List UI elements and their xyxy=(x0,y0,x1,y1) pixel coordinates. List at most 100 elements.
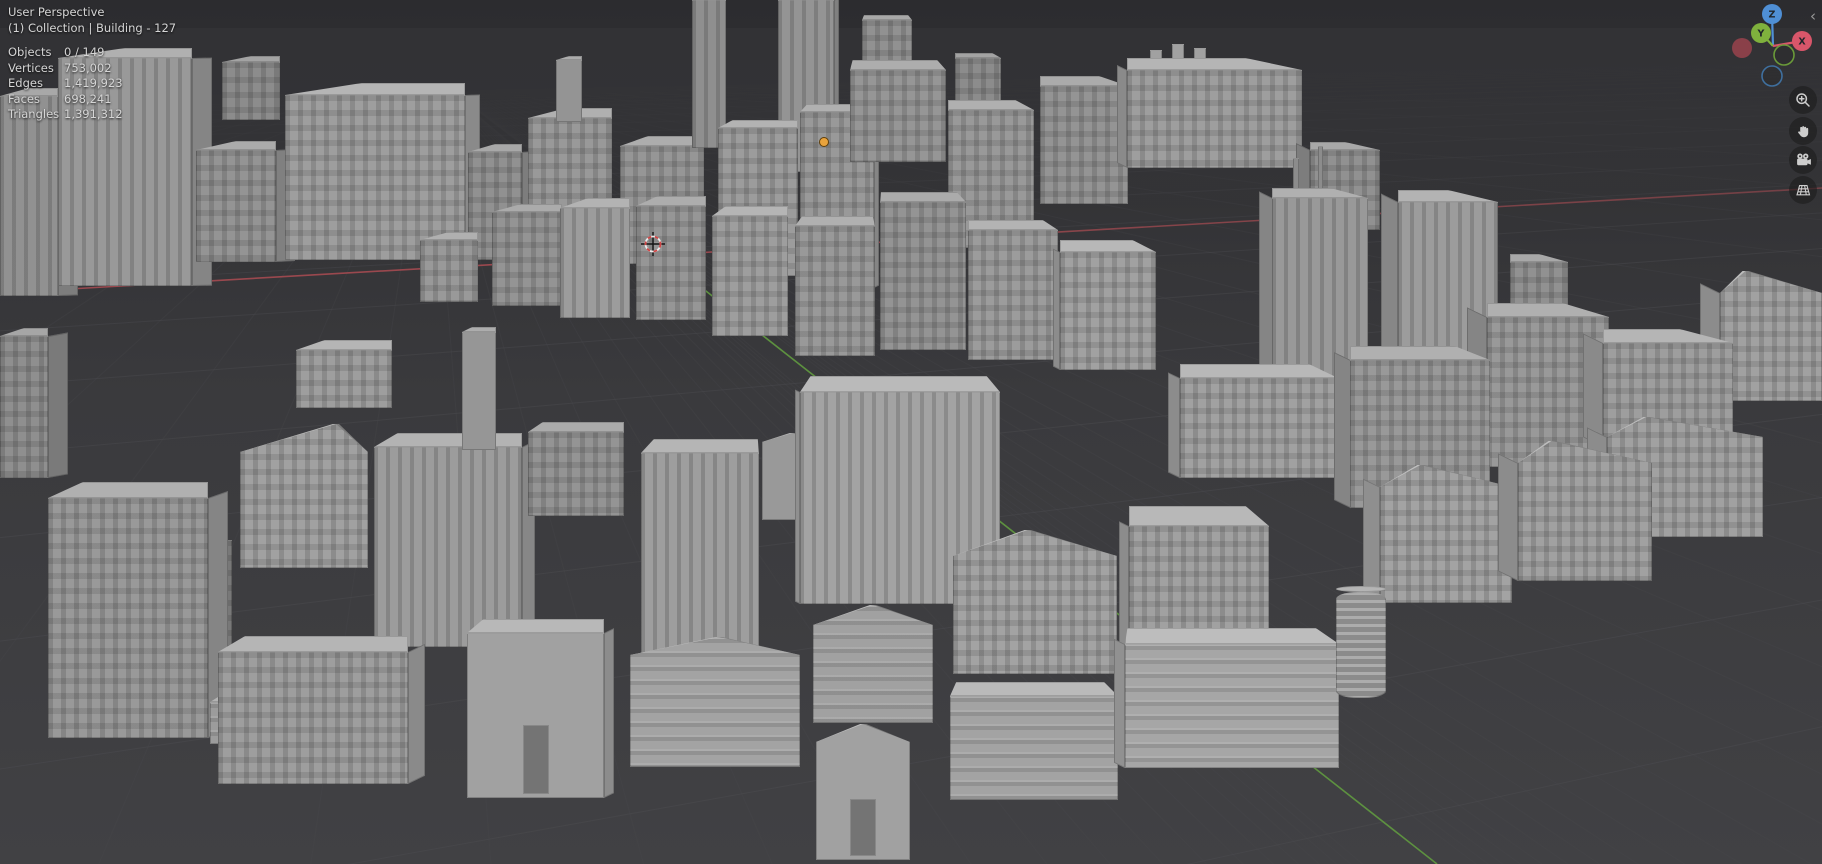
building-roof xyxy=(850,60,946,70)
blender-3d-viewport[interactable]: User Perspective (1) Collection | Buildi… xyxy=(0,0,1822,864)
viewport-overlay-text: User Perspective (1) Collection | Buildi… xyxy=(8,5,176,123)
building-object[interactable] xyxy=(1362,465,1512,603)
building-front-face xyxy=(630,637,800,767)
object-origin-dot[interactable] xyxy=(819,137,829,147)
navigation-axis-gizmo[interactable]: ZY X xyxy=(1729,1,1817,89)
building-object[interactable] xyxy=(880,192,966,350)
sidebar-toggle-icon[interactable]: ‹ xyxy=(1810,9,1816,24)
building-side-face xyxy=(1333,351,1350,508)
toggle-ortho-button[interactable] xyxy=(1789,176,1817,204)
building-object[interactable] xyxy=(813,605,933,723)
building-front-face xyxy=(420,240,478,302)
building-object[interactable] xyxy=(218,636,425,784)
building-collection xyxy=(0,0,1822,864)
building-object[interactable] xyxy=(1498,441,1652,581)
building-front-face xyxy=(48,498,208,738)
building-roof xyxy=(1129,506,1269,526)
building-object[interactable] xyxy=(560,198,630,318)
building-front-face xyxy=(953,530,1117,674)
building-object[interactable] xyxy=(950,682,1118,800)
building-roof xyxy=(420,232,478,240)
building-front-face xyxy=(850,70,946,162)
building-side-face xyxy=(408,643,425,784)
zoom-button[interactable] xyxy=(1789,86,1817,114)
building-object[interactable] xyxy=(467,619,615,798)
building-side-face xyxy=(1168,372,1180,478)
building-roof xyxy=(467,619,604,633)
building-object[interactable] xyxy=(1040,76,1128,204)
building-roof xyxy=(800,376,1000,392)
camera-view-icon xyxy=(1796,153,1811,166)
building-object[interactable] xyxy=(222,56,280,120)
gizmo-axis-negative[interactable] xyxy=(1761,65,1783,87)
svg-text:Y: Y xyxy=(1757,29,1765,40)
building-side-face xyxy=(1052,248,1060,370)
stat-faces: Faces 698,241 xyxy=(8,91,112,106)
building-side-face xyxy=(48,332,68,478)
building-object[interactable] xyxy=(556,56,582,122)
building-front-face xyxy=(1380,465,1512,603)
building-object[interactable] xyxy=(1114,628,1339,768)
ortho-grid-icon xyxy=(1795,185,1810,196)
building-object[interactable] xyxy=(641,439,759,661)
building-front-face xyxy=(1040,86,1128,204)
building-object[interactable] xyxy=(240,424,368,568)
building-object[interactable] xyxy=(0,328,68,478)
view-perspective-label: User Perspective xyxy=(8,5,105,19)
building-roof xyxy=(296,340,392,350)
building-roof xyxy=(1487,303,1609,317)
building-front-face xyxy=(636,206,706,320)
building-front-face xyxy=(296,350,392,408)
building-roof xyxy=(1272,188,1368,198)
building-object[interactable] xyxy=(528,422,624,516)
building-object[interactable] xyxy=(636,196,706,320)
building-roof xyxy=(560,198,630,208)
building-roof xyxy=(968,220,1058,230)
building-object[interactable] xyxy=(630,637,800,767)
building-side-face xyxy=(604,628,615,798)
move-hand-icon xyxy=(1798,126,1809,138)
building-object[interactable] xyxy=(196,141,296,262)
building-front-face xyxy=(0,336,48,478)
building-object[interactable] xyxy=(1700,271,1822,401)
building-roof xyxy=(1127,58,1302,70)
building-object[interactable] xyxy=(1336,586,1386,698)
camera-view-button[interactable] xyxy=(1789,146,1817,174)
gizmo-axis-negative[interactable] xyxy=(1773,44,1795,66)
building-roof xyxy=(1125,628,1339,644)
svg-text:X: X xyxy=(1798,37,1806,48)
building-roof xyxy=(795,216,875,226)
building-object[interactable] xyxy=(850,60,946,162)
building-front-face xyxy=(968,230,1058,360)
building-object[interactable] xyxy=(296,340,392,408)
building-object[interactable] xyxy=(816,724,910,860)
building-front-face xyxy=(641,453,759,661)
move-view-button[interactable] xyxy=(1789,117,1817,145)
building-roof xyxy=(1603,329,1733,343)
building-object[interactable] xyxy=(374,433,535,647)
building-roof xyxy=(1060,240,1156,252)
building-side-face xyxy=(1362,478,1380,603)
building-object[interactable] xyxy=(462,327,496,450)
building-roof xyxy=(1398,190,1498,202)
building-object[interactable] xyxy=(968,220,1058,360)
building-object[interactable] xyxy=(492,204,562,306)
building-object[interactable] xyxy=(1168,364,1338,478)
building-object[interactable] xyxy=(795,216,875,356)
gizmo-axis-negative[interactable] xyxy=(1732,38,1752,58)
building-object[interactable] xyxy=(1052,240,1156,370)
building-object[interactable] xyxy=(953,530,1117,674)
building-object[interactable] xyxy=(712,206,788,336)
building-door xyxy=(522,724,549,794)
3d-cursor[interactable] xyxy=(641,232,665,256)
building-object[interactable] xyxy=(420,232,478,302)
building-object[interactable] xyxy=(48,482,228,738)
building-object[interactable] xyxy=(1116,58,1302,168)
building-roof xyxy=(1510,254,1568,262)
building-roof xyxy=(1040,76,1128,86)
building-roof xyxy=(218,636,408,652)
building-front-face xyxy=(1180,378,1338,478)
building-front-face xyxy=(1127,70,1302,168)
building-front-face xyxy=(813,605,933,723)
building-roof xyxy=(1350,346,1490,360)
